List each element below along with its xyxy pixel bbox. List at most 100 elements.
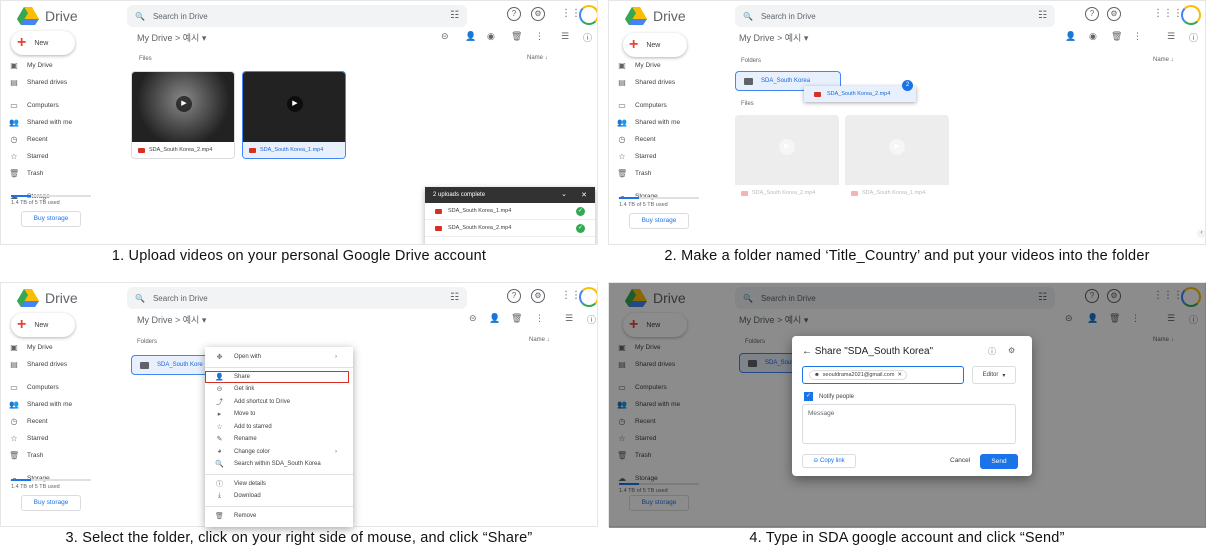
add-person-icon[interactable]: 👤 [489, 313, 500, 324]
settings-icon[interactable]: ⚙ [531, 7, 545, 21]
link-icon[interactable]: ⊝ [469, 313, 477, 324]
search-input[interactable]: 🔍 Search in Drive ☷ [127, 5, 467, 27]
settings-icon[interactable]: ⚙ [1107, 7, 1121, 21]
drive-logo[interactable]: Drive [625, 7, 686, 25]
new-button[interactable]: + New [623, 33, 687, 57]
sidebar-item-shared-drives[interactable]: ▤ Shared drives [609, 74, 719, 91]
email-chip[interactable]: ☻ seouldrama2021@gmail.com ✕ [809, 370, 908, 380]
more-icon[interactable]: ⋮ [535, 31, 544, 42]
file-card[interactable]: ▶ SDA_South Korea_2.mp4 [131, 71, 235, 159]
people-input[interactable]: ☻ seouldrama2021@gmail.com ✕ [802, 366, 964, 384]
menu-search-within[interactable]: 🔍 Search within SDA_South Korea [205, 458, 353, 471]
sort-by-name[interactable]: Name ↓ [529, 337, 550, 343]
sidebar-item-trash[interactable]: 🗑 Trash [609, 165, 719, 182]
list-view-icon[interactable]: ☰ [561, 31, 569, 42]
menu-open-with[interactable]: ✥ Open with › [205, 351, 353, 364]
scroll-arrow-icon[interactable]: ‹ [597, 515, 598, 524]
account-avatar[interactable] [1181, 5, 1201, 25]
menu-move-to[interactable]: ▸ Move to [205, 408, 353, 421]
sort-by-name[interactable]: Name ↓ [527, 55, 548, 61]
breadcrumb[interactable]: My Drive > 예시 ▾ [739, 31, 808, 44]
list-view-icon[interactable]: ☰ [565, 313, 573, 324]
menu-download[interactable]: ⤓ Download [205, 490, 353, 503]
search-input[interactable]: 🔍 Search in Drive ☷ [735, 5, 1055, 27]
help-icon[interactable]: ? [1085, 7, 1099, 21]
sidebar-item-starred[interactable]: ☆ Starred [609, 148, 719, 165]
scroll-arrow-icon[interactable]: ‹ [1197, 229, 1205, 238]
menu-change-color[interactable]: ◕ Change color › [205, 446, 353, 459]
copy-link-button[interactable]: ⊝ Copy link [802, 454, 856, 468]
drive-logo[interactable]: Drive [17, 289, 78, 307]
folder-item[interactable]: SDA_South Kore [131, 355, 211, 375]
more-icon[interactable]: ⋮ [1133, 31, 1142, 42]
menu-rename[interactable]: ✎ Rename [205, 433, 353, 446]
remove-chip-icon[interactable]: ✕ [897, 372, 902, 378]
account-avatar[interactable] [579, 5, 597, 25]
file-card-ghost[interactable]: ▶ SDA_South Korea_2.mp4 [735, 115, 839, 203]
trash-icon[interactable]: 🗑 [1111, 31, 1122, 42]
drive-logo[interactable]: Drive [17, 7, 78, 25]
cancel-button[interactable]: Cancel [950, 457, 970, 464]
apps-grid-icon[interactable]: ⋮⋮⋮ [1153, 8, 1183, 19]
sort-by-name[interactable]: Name ↓ [1153, 57, 1174, 63]
buy-storage-button[interactable]: Buy storage [629, 213, 689, 229]
sidebar-item-shared-drives[interactable]: ▤ Shared drives [1, 356, 111, 373]
menu-get-link[interactable]: ⊝ Get link [205, 383, 353, 396]
search-options-icon[interactable]: ☷ [1038, 10, 1047, 21]
sidebar-item-recent[interactable]: ◷ Recent [1, 131, 111, 148]
info-icon[interactable]: ⓘ [583, 31, 592, 44]
search-options-icon[interactable]: ☷ [450, 292, 459, 303]
settings-icon[interactable]: ⚙ [1008, 346, 1015, 355]
file-card-ghost[interactable]: ▶ SDA_South Korea_1.mp4 [845, 115, 949, 203]
sidebar-item-shared-with-me[interactable]: 👥 Shared with me [609, 114, 719, 131]
sidebar-item-shared-drives[interactable]: ▤ Shared drives [1, 74, 111, 91]
menu-remove[interactable]: 🗑 Remove [205, 510, 353, 523]
send-button[interactable]: Send [980, 454, 1018, 469]
buy-storage-button[interactable]: Buy storage [21, 211, 81, 227]
sidebar-item-computers[interactable]: ▭ Computers [1, 379, 111, 396]
help-icon[interactable]: ? [507, 289, 521, 303]
sidebar-item-trash[interactable]: 🗑 Trash [1, 447, 111, 464]
trash-icon[interactable]: 🗑 [511, 31, 522, 42]
message-field[interactable]: Message [802, 404, 1016, 444]
collapse-icon[interactable]: ⌄ [561, 190, 567, 198]
role-select[interactable]: Editor ▾ [972, 366, 1016, 384]
menu-add-shortcut[interactable]: ⤴ Add shortcut to Drive [205, 396, 353, 409]
add-person-icon[interactable]: 👤 [465, 31, 476, 42]
notify-checkbox[interactable]: ✓ Notify people [804, 392, 854, 401]
sidebar-item-my-drive[interactable]: ▣ My Drive [1, 339, 111, 356]
help-icon[interactable]: ? [507, 7, 521, 21]
sidebar-item-starred[interactable]: ☆ Starred [1, 148, 111, 165]
new-button[interactable]: + New [11, 31, 75, 55]
search-input[interactable]: 🔍 Search in Drive ☷ [127, 287, 467, 309]
upload-row[interactable]: SDA_South Korea_2.mp4 ✓ [425, 220, 595, 237]
trash-icon[interactable]: 🗑 [511, 313, 522, 324]
menu-share[interactable]: 👤 Share [205, 370, 349, 383]
menu-view-details[interactable]: ⓘ View details [205, 478, 353, 491]
sidebar-item-trash[interactable]: 🗑 Trash [1, 165, 111, 182]
list-view-icon[interactable]: ☰ [1167, 31, 1175, 42]
info-icon[interactable]: ⓘ [1189, 31, 1198, 44]
sidebar-item-computers[interactable]: ▭ Computers [1, 97, 111, 114]
sidebar-item-shared-with-me[interactable]: 👥 Shared with me [1, 114, 111, 131]
new-button[interactable]: + New [11, 313, 75, 337]
account-avatar[interactable] [579, 287, 597, 307]
close-icon[interactable]: ✕ [581, 191, 587, 199]
help-icon[interactable]: ⓘ [988, 346, 996, 357]
file-card-selected[interactable]: ▶ SDA_South Korea_1.mp4 [242, 71, 346, 159]
sidebar-item-shared-with-me[interactable]: 👥 Shared with me [1, 396, 111, 413]
sidebar-item-recent[interactable]: ◷ Recent [1, 413, 111, 430]
preview-icon[interactable]: ◉ [487, 31, 495, 42]
link-icon[interactable]: ⊝ [441, 31, 449, 42]
sidebar-item-starred[interactable]: ☆ Starred [1, 430, 111, 447]
upload-row[interactable]: SDA_South Korea_1.mp4 ✓ [425, 203, 595, 220]
sidebar-item-my-drive[interactable]: ▣ My Drive [1, 57, 111, 74]
breadcrumb[interactable]: My Drive > 예시 ▾ [137, 313, 206, 326]
add-person-icon[interactable]: 👤 [1065, 31, 1076, 42]
sidebar-item-my-drive[interactable]: ▣ My Drive [609, 57, 719, 74]
breadcrumb[interactable]: My Drive > 예시 ▾ [137, 31, 206, 44]
info-icon[interactable]: ⓘ [587, 313, 596, 326]
preview-icon[interactable]: ◉ [1089, 31, 1097, 42]
more-icon[interactable]: ⋮ [535, 313, 544, 324]
search-options-icon[interactable]: ☷ [450, 10, 459, 21]
